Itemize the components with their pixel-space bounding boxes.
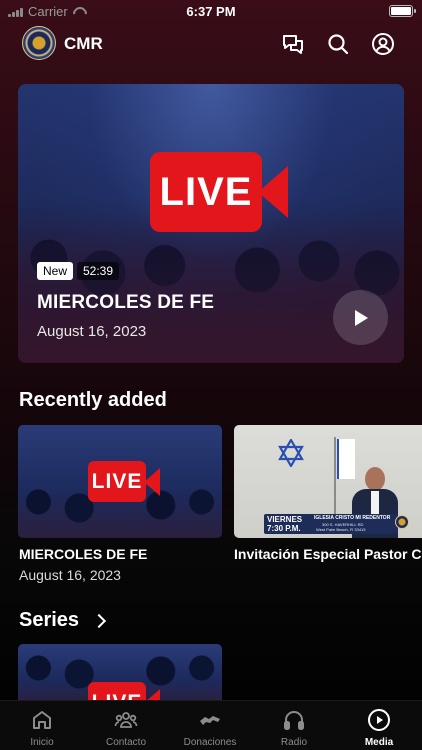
handshake-icon [200,716,220,725]
featured-video-card[interactable]: LIVE New 52:39 MIERCOLES DE FE August 16… [18,84,404,363]
app-title: CMR [64,34,103,53]
chat-icon[interactable] [281,32,305,56]
play-icon [354,309,368,326]
live-camera-icon: LIVE [150,152,288,232]
tab-bar: Inicio Contacto Donaciones Radio Media [0,700,422,750]
tab-contacto[interactable]: Contacto [84,701,168,750]
profile-icon[interactable] [371,32,395,56]
play-button[interactable] [333,290,388,345]
tab-label: Media [364,737,394,748]
search-icon[interactable] [326,32,350,56]
duration-badge: 52:39 [77,262,120,280]
tab-label: Contacto [105,737,147,748]
featured-date: August 16, 2023 [37,323,147,340]
series-heading[interactable]: Series [19,609,79,632]
recent-item-thumbnail[interactable]: VIERNES 7:30 P.M. IGLESIA CRISTO MI REDE… [234,425,422,538]
home-icon [33,711,51,729]
recent-item-date: August 16, 2023 [19,567,121,583]
recently-added-heading: Recently added [19,389,167,411]
series-item-thumbnail[interactable]: LIVE [18,644,222,704]
status-time: 6:37 PM [186,4,236,19]
tab-media[interactable]: Media [337,701,421,750]
featured-title: MIERCOLES DE FE [37,292,215,313]
battery-icon [389,5,416,17]
app-header: CMR [0,26,422,62]
people-icon [114,712,138,728]
tab-label: Radio [280,737,308,748]
headphones-icon [284,711,304,730]
recent-item-thumbnail[interactable]: LIVE [18,425,222,538]
tab-label: Inicio [30,737,54,748]
tab-donaciones[interactable]: Donaciones [168,701,252,750]
star-of-david-icon [278,439,304,467]
tab-radio[interactable]: Radio [252,701,336,750]
church-seal [395,515,409,529]
new-badge: New [37,262,74,280]
tab-label: Donaciones [183,737,237,748]
recent-item-title[interactable]: Invitación Especial Pastor C [234,546,422,562]
play-circle-icon [368,709,390,731]
live-camera-icon: LIVE [88,461,160,502]
recent-item-title[interactable]: MIERCOLES DE FE [19,546,147,562]
church-logo[interactable] [22,26,56,60]
tab-inicio[interactable]: Inicio [0,701,84,750]
status-bar: Carrier 6:37 PM [0,0,422,22]
chevron-right-icon[interactable] [91,613,107,629]
event-banner: VIERNES 7:30 P.M. IGLESIA CRISTO MI REDE… [264,514,398,534]
